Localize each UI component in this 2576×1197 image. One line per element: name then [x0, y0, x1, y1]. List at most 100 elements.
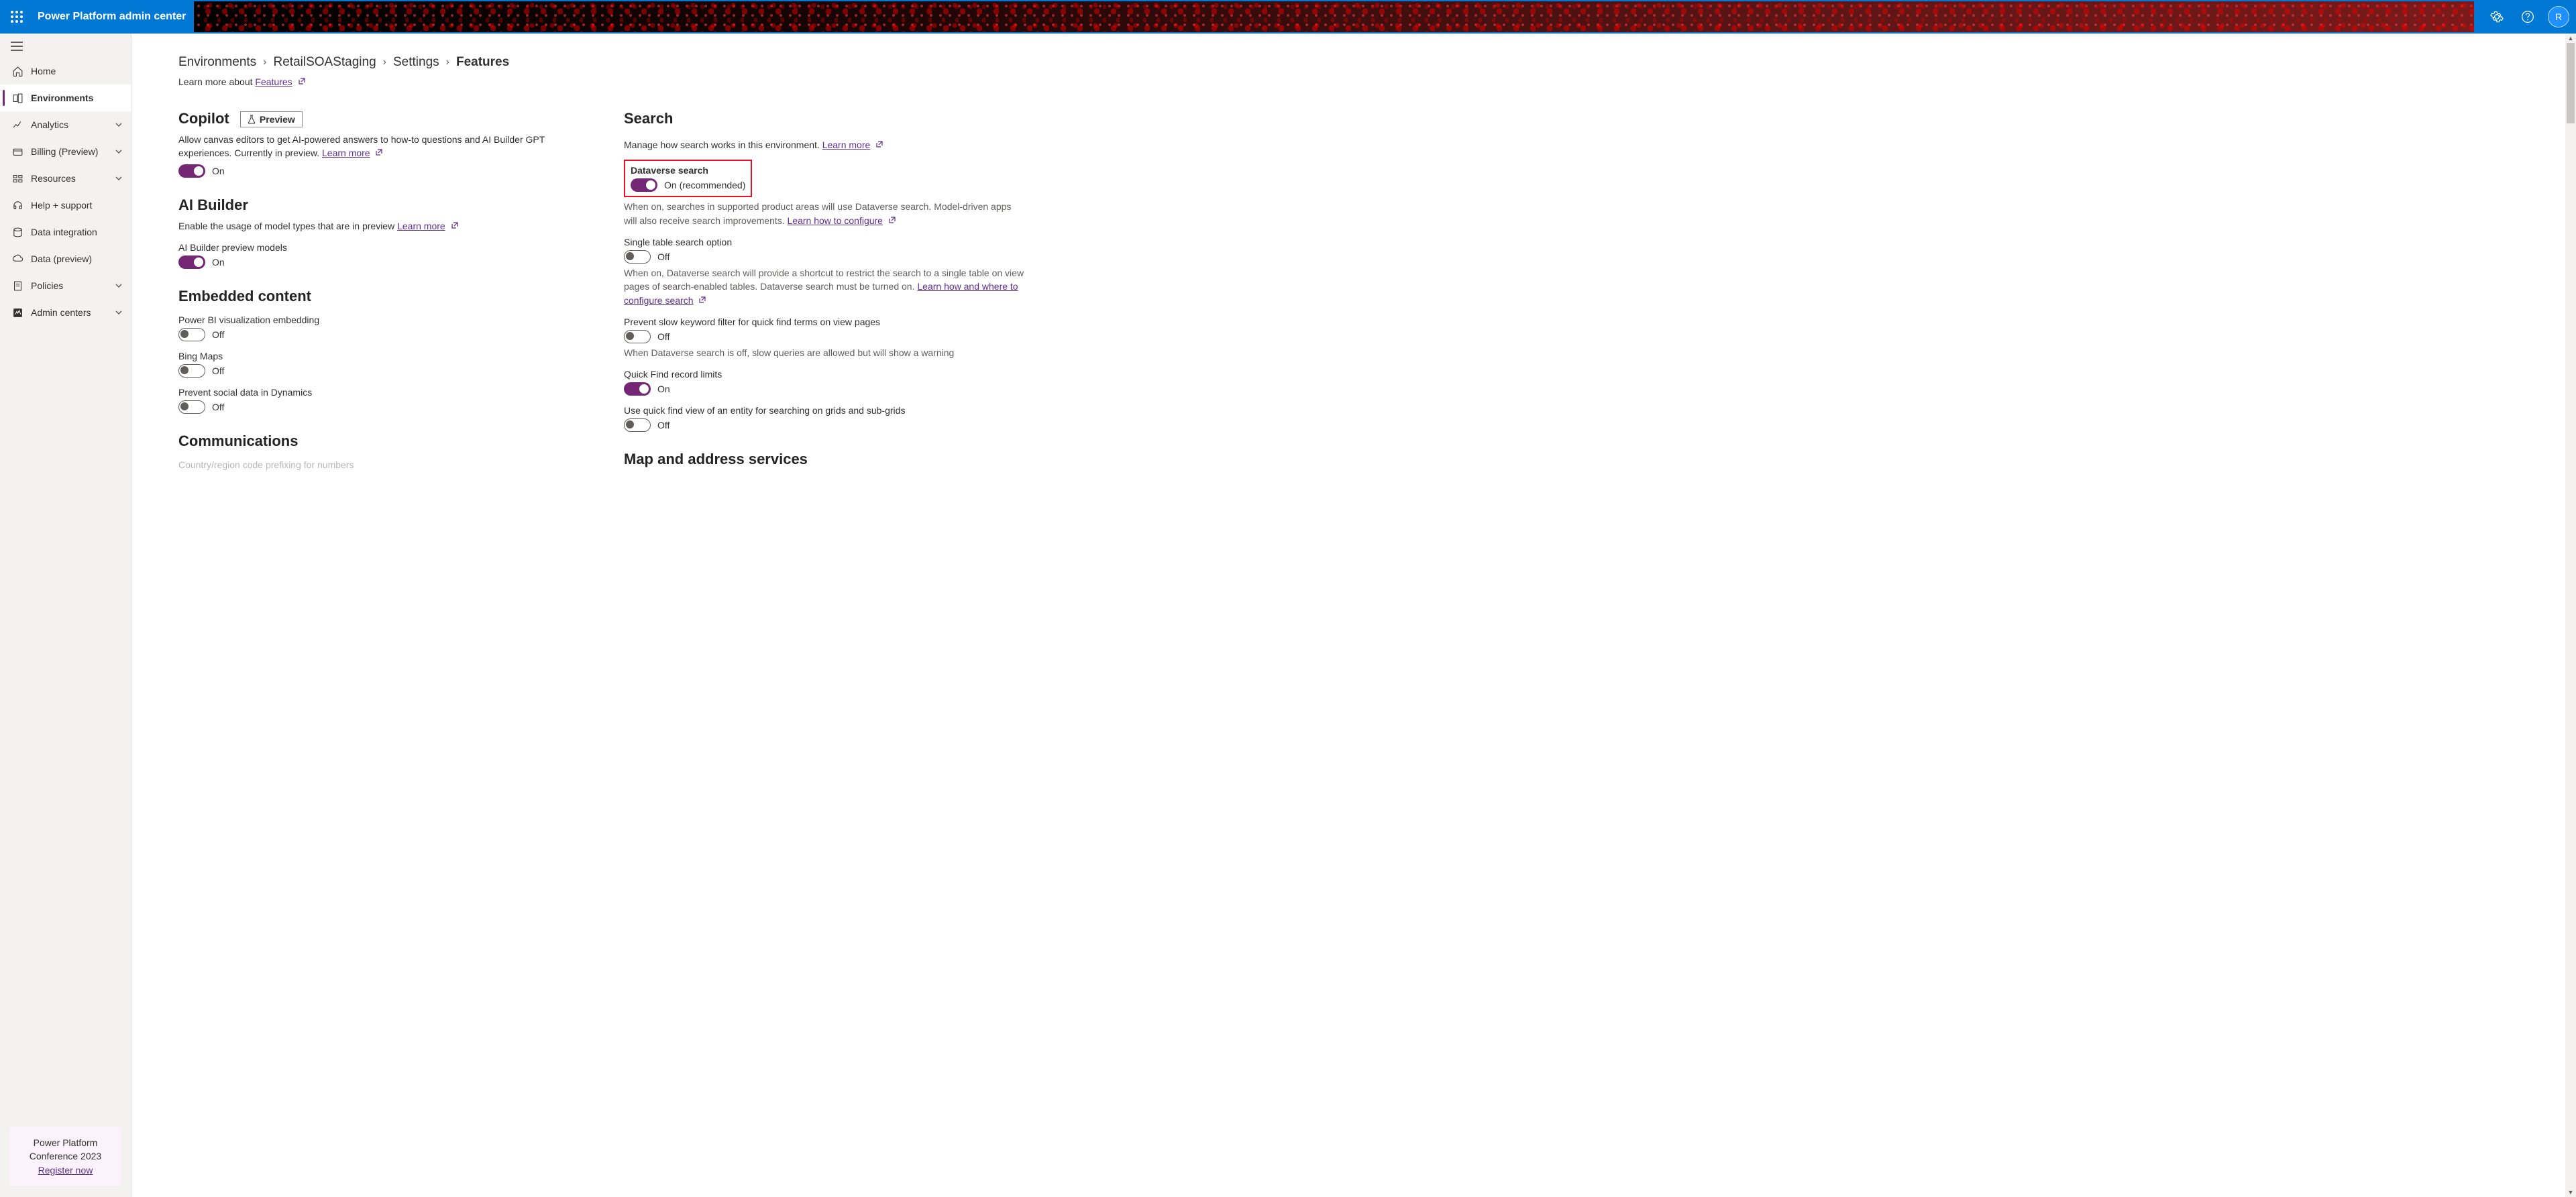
promo-register-link[interactable]: Register now	[38, 1165, 93, 1176]
single-table-toggle[interactable]	[624, 250, 651, 264]
bing-maps-label: Bing Maps	[178, 351, 581, 361]
scroll-down-icon[interactable]: ▼	[2565, 1188, 2576, 1197]
copilot-desc: Allow canvas editors to get AI-powered a…	[178, 133, 581, 160]
left-column: Copilot Preview Allow canvas editors to …	[178, 110, 581, 473]
dataverse-search-label: Dataverse search	[631, 165, 745, 176]
chevron-down-icon	[115, 121, 123, 129]
external-link-icon	[298, 77, 306, 87]
admin-centers-icon	[11, 306, 24, 319]
chevron-right-icon: ›	[383, 56, 386, 68]
breadcrumb-settings[interactable]: Settings	[393, 55, 439, 70]
environments-icon	[11, 91, 24, 105]
promo-card: Power Platform Conference 2023 Register …	[9, 1127, 121, 1186]
section-copilot: Copilot Preview	[178, 110, 581, 127]
dataverse-toggle-label: On (recommended)	[664, 180, 745, 190]
sidebar-item-resources[interactable]: Resources	[0, 165, 131, 192]
ai-builder-preview-label: AI Builder preview models	[178, 242, 581, 253]
prevent-slow-toggle[interactable]	[624, 330, 651, 343]
sidebar-item-data-integration[interactable]: Data integration	[0, 219, 131, 245]
sidebar-item-analytics[interactable]: Analytics	[0, 111, 131, 138]
prevent-social-toggle[interactable]	[178, 400, 205, 414]
waffle-icon	[11, 11, 23, 23]
sidebar-item-billing[interactable]: Billing (Preview)	[0, 138, 131, 165]
learn-more-features-link[interactable]: Features	[255, 76, 292, 87]
sidebar-item-label: Resources	[31, 173, 115, 184]
sidebar-item-home[interactable]: Home	[0, 58, 131, 84]
header-banner	[194, 1, 2474, 32]
sidebar: Home Environments Analytics Billing (Pre…	[0, 34, 131, 1197]
dataverse-configure-link[interactable]: Learn how to configure	[788, 215, 883, 226]
sidebar-item-label: Policies	[31, 280, 115, 291]
gear-icon	[2490, 10, 2504, 23]
scroll-up-icon[interactable]: ▲	[2565, 34, 2576, 43]
powerbi-toggle[interactable]	[178, 328, 205, 341]
breadcrumb-features: Features	[456, 55, 509, 70]
sidebar-item-label: Help + support	[31, 200, 123, 211]
learn-more-header: Learn more about Features	[178, 76, 2529, 87]
copilot-toggle[interactable]	[178, 164, 205, 178]
single-toggle-label: Off	[657, 251, 669, 262]
user-avatar[interactable]: R	[2548, 6, 2569, 27]
sidebar-item-label: Data (preview)	[31, 253, 123, 264]
chevron-down-icon	[115, 174, 123, 182]
main-wrapper: Home Environments Analytics Billing (Pre…	[0, 34, 2576, 1197]
header-right: R	[2475, 0, 2576, 34]
dataverse-search-toggle[interactable]	[631, 178, 657, 192]
nav-collapse-button[interactable]	[0, 34, 131, 58]
chevron-down-icon	[115, 308, 123, 317]
resources-icon	[11, 172, 24, 185]
chevron-down-icon	[115, 282, 123, 290]
scrollbar[interactable]: ▲ ▼	[2565, 34, 2576, 1197]
billing-icon	[11, 145, 24, 158]
powerbi-toggle-label: Off	[212, 329, 224, 340]
app-launcher-button[interactable]	[0, 0, 34, 34]
bing-maps-toggle[interactable]	[178, 364, 205, 378]
flask-icon	[248, 115, 256, 124]
ai-builder-preview-toggle[interactable]	[178, 255, 205, 269]
scrollbar-thumb[interactable]	[2567, 43, 2575, 123]
section-search: Search	[624, 110, 1026, 127]
social-toggle-label: Off	[212, 402, 224, 412]
section-embedded: Embedded content	[178, 288, 581, 305]
quickfind-toggle-label: On	[657, 384, 670, 394]
single-table-label: Single table search option	[624, 237, 1026, 247]
prevent-slow-desc: When Dataverse search is off, slow queri…	[624, 346, 1026, 359]
settings-button[interactable]	[2482, 0, 2512, 34]
top-header: Power Platform admin center R	[0, 0, 2576, 34]
breadcrumb-env-name[interactable]: RetailSOAStaging	[274, 55, 376, 70]
quickfind-toggle[interactable]	[624, 382, 651, 396]
sidebar-item-help[interactable]: Help + support	[0, 192, 131, 219]
help-icon	[2521, 10, 2534, 23]
chevron-right-icon: ›	[263, 56, 266, 68]
external-link-icon	[451, 221, 459, 233]
usequick-toggle[interactable]	[624, 418, 651, 432]
sidebar-item-label: Environments	[31, 93, 123, 103]
help-support-icon	[11, 198, 24, 212]
single-table-desc: When on, Dataverse search will provide a…	[624, 266, 1026, 307]
quickfind-label: Quick Find record limits	[624, 369, 1026, 380]
breadcrumb: Environments › RetailSOAStaging › Settin…	[178, 55, 2529, 70]
external-link-icon	[375, 148, 383, 160]
content-area: Environments › RetailSOAStaging › Settin…	[131, 34, 2576, 1197]
sidebar-item-environments[interactable]: Environments	[0, 84, 131, 111]
help-button[interactable]	[2513, 0, 2542, 34]
app-title: Power Platform admin center	[34, 11, 186, 23]
promo-text: Power Platform Conference 2023	[17, 1136, 113, 1163]
sidebar-item-policies[interactable]: Policies	[0, 272, 131, 299]
copilot-toggle-label: On	[212, 166, 225, 176]
external-link-icon	[888, 216, 896, 227]
section-map-services: Map and address services	[624, 451, 1026, 468]
copilot-learn-more-link[interactable]: Learn more	[322, 148, 370, 158]
policies-icon	[11, 279, 24, 292]
ai-builder-toggle-label: On	[212, 257, 225, 268]
sidebar-item-data-preview[interactable]: Data (preview)	[0, 245, 131, 272]
powerbi-label: Power BI visualization embedding	[178, 315, 581, 325]
sidebar-item-admin-centers[interactable]: Admin centers	[0, 299, 131, 326]
breadcrumb-environments[interactable]: Environments	[178, 55, 256, 70]
prevent-slow-label: Prevent slow keyword filter for quick fi…	[624, 317, 1026, 327]
external-link-icon	[698, 296, 706, 307]
home-icon	[11, 64, 24, 78]
ai-builder-learn-more-link[interactable]: Learn more	[397, 221, 445, 231]
search-learn-more-link[interactable]: Learn more	[822, 139, 871, 150]
chevron-right-icon: ›	[446, 56, 449, 68]
